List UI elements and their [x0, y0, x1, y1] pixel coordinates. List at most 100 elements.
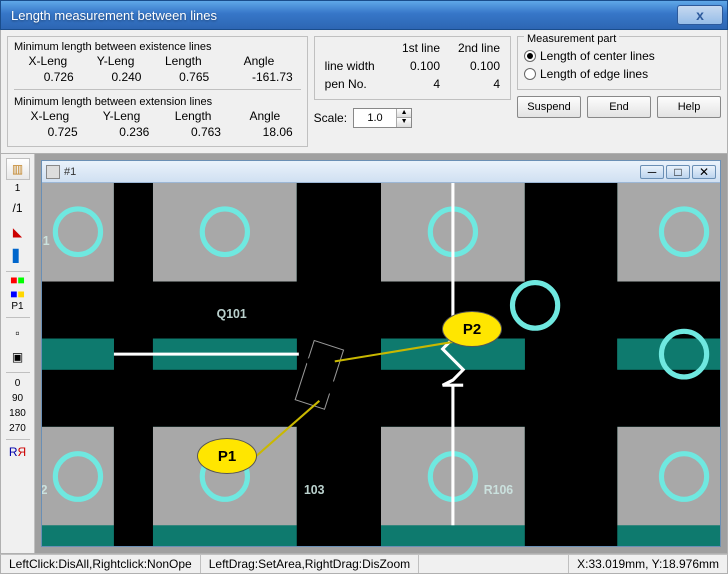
slash-icon: /1 [12, 201, 22, 215]
row-linewidth-v1: 0.100 [384, 57, 444, 75]
pcb-canvas[interactable]: 01 Q101 02 103 R106 [42, 183, 720, 546]
angle-0[interactable]: 0 [3, 377, 32, 390]
left-toolbar: ▥ 1 /1 ◣ ▋ ■■■■ P1 ▫ ▣ 0 90 180 270 RЯ [1, 154, 35, 553]
existence-header: Minimum length between existence lines [14, 39, 301, 53]
window-close-button[interactable]: ✕ [692, 165, 716, 179]
extension-table: X-Leng Y-Leng Length Angle 0.725 0.236 0… [14, 108, 301, 140]
pcb-svg: 01 Q101 02 103 R106 [42, 183, 720, 546]
mdi-area: #1 ─ □ ✕ [35, 154, 727, 553]
ext-xleng: 0.725 [14, 124, 86, 140]
row-linewidth-label: line width [321, 57, 384, 75]
silk-r106: R106 [484, 483, 514, 497]
open-folder-button[interactable]: ▥ [6, 158, 30, 180]
radio-edge-lines[interactable]: Length of edge lines [524, 65, 714, 83]
col-length2: Length [157, 108, 229, 124]
callout-p2: P2 [442, 311, 502, 347]
scale-input[interactable] [354, 112, 396, 124]
mirror-button[interactable]: RЯ [3, 444, 32, 460]
doc-tool-2[interactable]: ▣ [6, 346, 30, 368]
silk-q101: Q101 [217, 307, 247, 321]
measurement-part-group: Measurement part Length of center lines … [517, 36, 721, 90]
scale-spinner[interactable]: ▲ ▼ [353, 108, 412, 128]
palette-button[interactable]: ■■■■ [6, 276, 30, 298]
dialog-titlebar: Length measurement between lines x [0, 0, 728, 30]
main-area: ▥ 1 /1 ◣ ▋ ■■■■ P1 ▫ ▣ 0 90 180 270 RЯ #… [0, 154, 728, 554]
mirror-r-icon: Я [18, 445, 27, 459]
document-icon [46, 165, 60, 179]
help-button[interactable]: Help [657, 96, 721, 118]
chart-button[interactable]: ▋ [6, 245, 30, 267]
radio-center-lines[interactable]: Length of center lines [524, 47, 714, 65]
ex-angle: -161.73 [217, 69, 300, 85]
callout-p2-bubble: P2 [442, 311, 502, 347]
ex-length: 0.765 [149, 69, 217, 85]
hdr-2nd: 2nd line [444, 39, 504, 57]
scale-label: Scale: [314, 111, 347, 125]
row-penno-v1: 4 [384, 75, 444, 93]
measurements-group: Minimum length between existence lines X… [7, 36, 308, 147]
separator [6, 271, 30, 272]
silk-103: 103 [304, 483, 325, 497]
ext-angle: 18.06 [229, 124, 301, 140]
col-length: Length [149, 53, 217, 69]
ex-yleng: 0.240 [82, 69, 150, 85]
dialog-title: Length measurement between lines [5, 8, 677, 23]
maximize-icon: □ [674, 165, 681, 179]
silk-01: 01 [42, 234, 50, 248]
angle-270[interactable]: 270 [3, 422, 32, 435]
ext-yleng: 0.236 [86, 124, 158, 140]
col-yleng2: Y-Leng [86, 108, 158, 124]
layers-icon: ▣ [12, 350, 23, 364]
row-linewidth-v2: 0.100 [444, 57, 504, 75]
line-info-table: 1st line 2nd line line width 0.100 0.100… [321, 39, 504, 93]
radio-dot-icon [524, 50, 536, 62]
window-maximize-button[interactable]: □ [666, 165, 690, 179]
col-yleng: Y-Leng [82, 53, 150, 69]
bar-chart-icon: ▋ [13, 249, 22, 263]
triangle-button[interactable]: ◣ [6, 221, 30, 243]
document-titlebar[interactable]: #1 ─ □ ✕ [42, 161, 720, 183]
window-minimize-button[interactable]: ─ [640, 165, 664, 179]
close-button[interactable]: x [677, 5, 723, 25]
callout-p1-bubble: P1 [197, 438, 257, 474]
hdr-1st: 1st line [384, 39, 444, 57]
col-xleng: X-Leng [14, 53, 82, 69]
existence-table: X-Leng Y-Leng Length Angle 0.726 0.240 0… [14, 53, 301, 85]
scale-down-icon[interactable]: ▼ [397, 118, 411, 127]
document-title: #1 [64, 166, 636, 178]
row-penno-label: pen No. [321, 75, 384, 93]
col-xleng2: X-Leng [14, 108, 86, 124]
end-button[interactable]: End [587, 96, 651, 118]
doc-tool-1[interactable]: ▫ [6, 322, 30, 344]
separator [6, 372, 30, 373]
separator [6, 317, 30, 318]
page-icon: ▫ [15, 326, 19, 340]
line-info-group: 1st line 2nd line line width 0.100 0.100… [314, 36, 511, 147]
right-panel: Measurement part Length of center lines … [517, 36, 721, 147]
measurement-part-header: Measurement part [524, 33, 619, 45]
row-penno-v2: 4 [444, 75, 504, 93]
extension-header: Minimum length between extension lines [14, 94, 301, 108]
dialog-body: Minimum length between existence lines X… [0, 30, 728, 154]
radio-dot-icon [524, 68, 536, 80]
triangle-icon: ◣ [13, 225, 22, 239]
callout-p1: P1 [197, 438, 257, 474]
silk-02: 02 [42, 483, 48, 497]
angle-180[interactable]: 180 [3, 407, 32, 420]
statusbar: LeftClick:DisAll,Rightclick:NonOpe LeftD… [0, 554, 728, 574]
angle-90[interactable]: 90 [3, 392, 32, 405]
separator [6, 439, 30, 440]
scale-up-icon[interactable]: ▲ [397, 109, 411, 118]
suspend-button[interactable]: Suspend [517, 96, 581, 118]
col-angle2: Angle [229, 108, 301, 124]
radio-edge-label: Length of edge lines [540, 67, 648, 81]
close-icon: ✕ [699, 165, 709, 179]
p1-label[interactable]: P1 [3, 300, 32, 313]
ext-length: 0.763 [157, 124, 229, 140]
col-angle: Angle [217, 53, 300, 69]
layer-1-label[interactable]: 1 [3, 182, 32, 195]
slash-1-button[interactable]: /1 [6, 197, 30, 219]
ex-xleng: 0.726 [14, 69, 82, 85]
palette-icon: ■■■■ [10, 273, 25, 301]
document-window: #1 ─ □ ✕ [41, 160, 721, 547]
